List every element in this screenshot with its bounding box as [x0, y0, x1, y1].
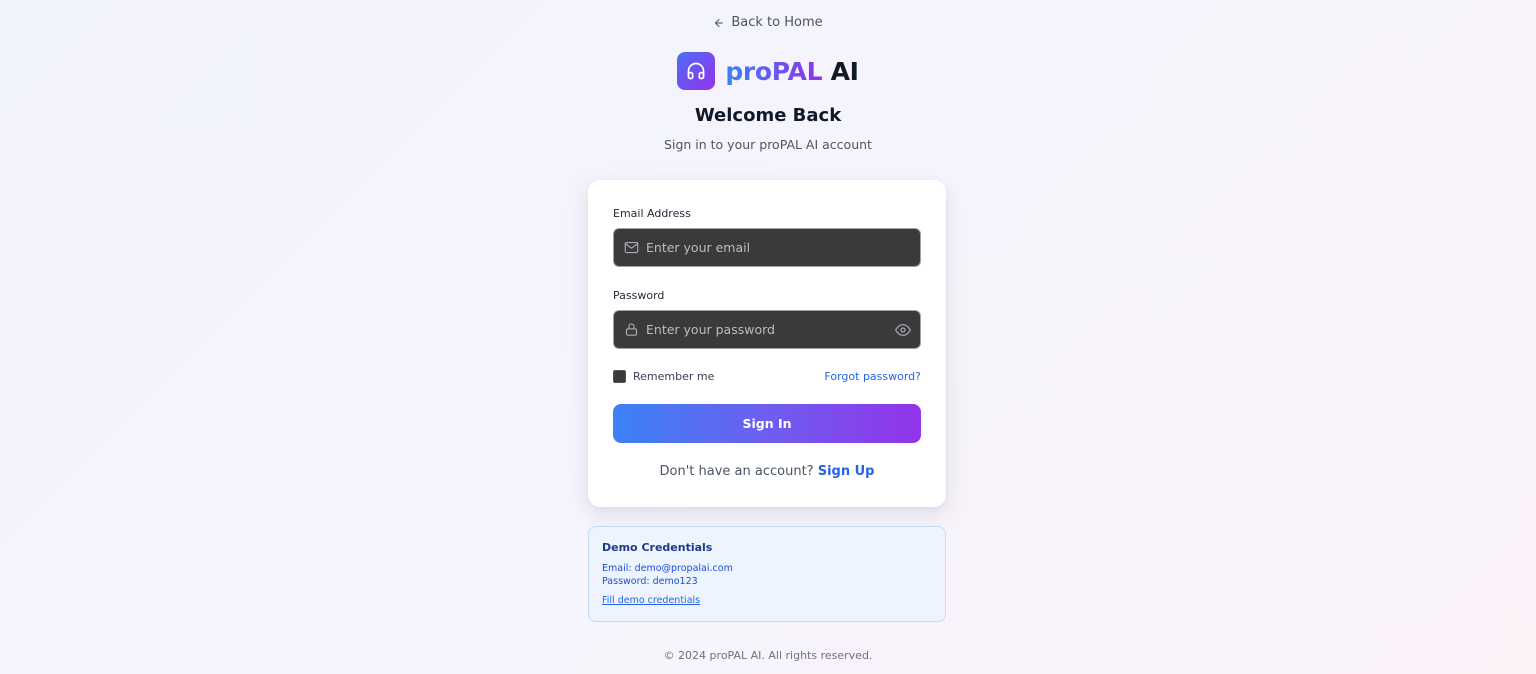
- brand-name: proPAL AI: [725, 56, 859, 86]
- email-field-container: [613, 228, 921, 267]
- eye-icon[interactable]: [895, 322, 911, 338]
- password-label: Password: [613, 289, 665, 302]
- forgot-password-link[interactable]: Forgot password?: [824, 370, 921, 383]
- lock-icon: [625, 323, 638, 336]
- signup-prompt: Don't have an account? Sign Up: [588, 464, 946, 479]
- mail-icon: [624, 241, 639, 254]
- sign-in-button[interactable]: Sign In: [613, 404, 921, 443]
- password-input[interactable]: [646, 311, 886, 348]
- footer-copyright: © 2024 proPAL AI. All rights reserved.: [663, 649, 873, 662]
- demo-email: Email: demo@propalai.com: [602, 563, 733, 574]
- page-subtitle: Sign in to your proPAL AI account: [664, 137, 872, 152]
- remember-me[interactable]: Remember me: [613, 370, 714, 383]
- back-to-home-label: Back to Home: [731, 15, 823, 30]
- password-field-container: [613, 310, 921, 349]
- page-title: Welcome Back: [694, 105, 842, 126]
- logo-badge: [677, 52, 716, 90]
- signup-prompt-text: Don't have an account?: [659, 464, 814, 479]
- login-card: Email Address Password Remember me Fo: [588, 180, 946, 507]
- back-to-home-link[interactable]: Back to Home: [0, 15, 1536, 30]
- fill-demo-credentials-link[interactable]: Fill demo credentials: [602, 595, 700, 606]
- demo-password: Password: demo123: [602, 576, 698, 587]
- arrow-left-icon: [715, 18, 724, 27]
- remember-me-label: Remember me: [633, 370, 715, 383]
- login-page: Back to Home proPAL AI Welcome Back Sign…: [0, 0, 1536, 674]
- headphones-icon: [687, 62, 705, 80]
- sign-up-link[interactable]: Sign Up: [818, 464, 875, 479]
- brand-name-ai: AI: [830, 56, 859, 86]
- remember-me-checkbox[interactable]: [613, 370, 626, 383]
- brand-name-gradient: proPAL: [725, 56, 823, 86]
- demo-credentials-panel: Demo Credentials Email: demo@propalai.co…: [588, 526, 946, 622]
- email-input[interactable]: [646, 229, 886, 266]
- brand-logo: proPAL AI: [0, 52, 1536, 90]
- demo-credentials-title: Demo Credentials: [602, 541, 713, 554]
- email-label: Email Address: [613, 207, 691, 220]
